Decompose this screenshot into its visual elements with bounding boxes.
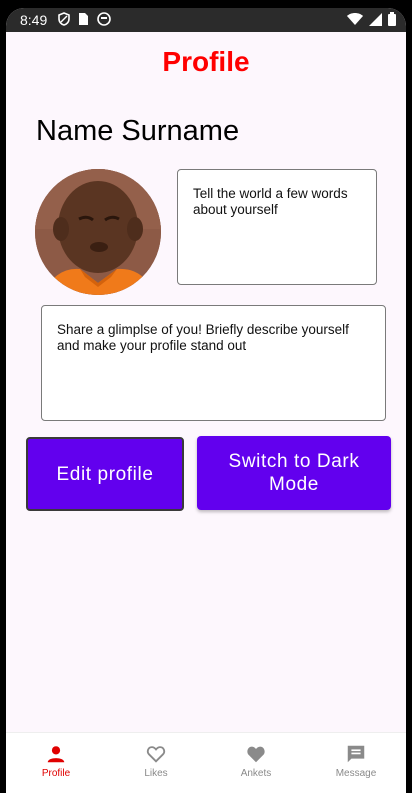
description-placeholder: Share a glimplse of you! Briefly describ…: [57, 322, 349, 353]
page-title: Profile: [162, 46, 250, 77]
heart-filled-icon: [247, 746, 265, 763]
phone-screen: 8:49 Profile Name Surname Tell the world…: [6, 8, 406, 793]
wifi-icon: [347, 12, 363, 25]
nav-item-profile[interactable]: Profile: [6, 733, 106, 793]
description-input[interactable]: Share a glimplse of you! Briefly describ…: [41, 305, 386, 421]
shield-icon: [58, 12, 70, 26]
nav-label-message: Message: [335, 768, 377, 779]
nav-item-likes[interactable]: Likes: [106, 733, 206, 793]
profile-name: Name Surname: [36, 115, 240, 147]
signal-icon: [369, 12, 382, 26]
nav-label-profile: Profile: [41, 768, 71, 779]
sim-card-icon: [79, 13, 88, 25]
about-input[interactable]: Tell the world a few words about yoursel…: [177, 169, 377, 285]
face-icon: [97, 12, 111, 26]
heart-outline-icon: [146, 746, 166, 763]
bottom-nav: Profile Likes Ankets Message: [6, 732, 406, 793]
status-time: 8:49: [20, 12, 48, 28]
battery-icon: [388, 12, 396, 26]
nav-label-ankets: Ankets: [240, 768, 272, 779]
dark-mode-button[interactable]: Switch to Dark Mode: [197, 436, 391, 510]
about-placeholder: Tell the world a few words about yoursel…: [193, 186, 348, 217]
chat-icon: [347, 745, 365, 763]
edit-profile-button[interactable]: Edit profile: [26, 437, 184, 511]
person-icon: [47, 746, 65, 763]
nav-item-ankets[interactable]: Ankets: [206, 733, 306, 793]
avatar-image: [35, 169, 161, 295]
nav-label-likes: Likes: [144, 768, 168, 779]
nav-item-message[interactable]: Message: [306, 733, 406, 793]
avatar[interactable]: [35, 169, 161, 295]
status-bar: 8:49: [6, 8, 406, 32]
